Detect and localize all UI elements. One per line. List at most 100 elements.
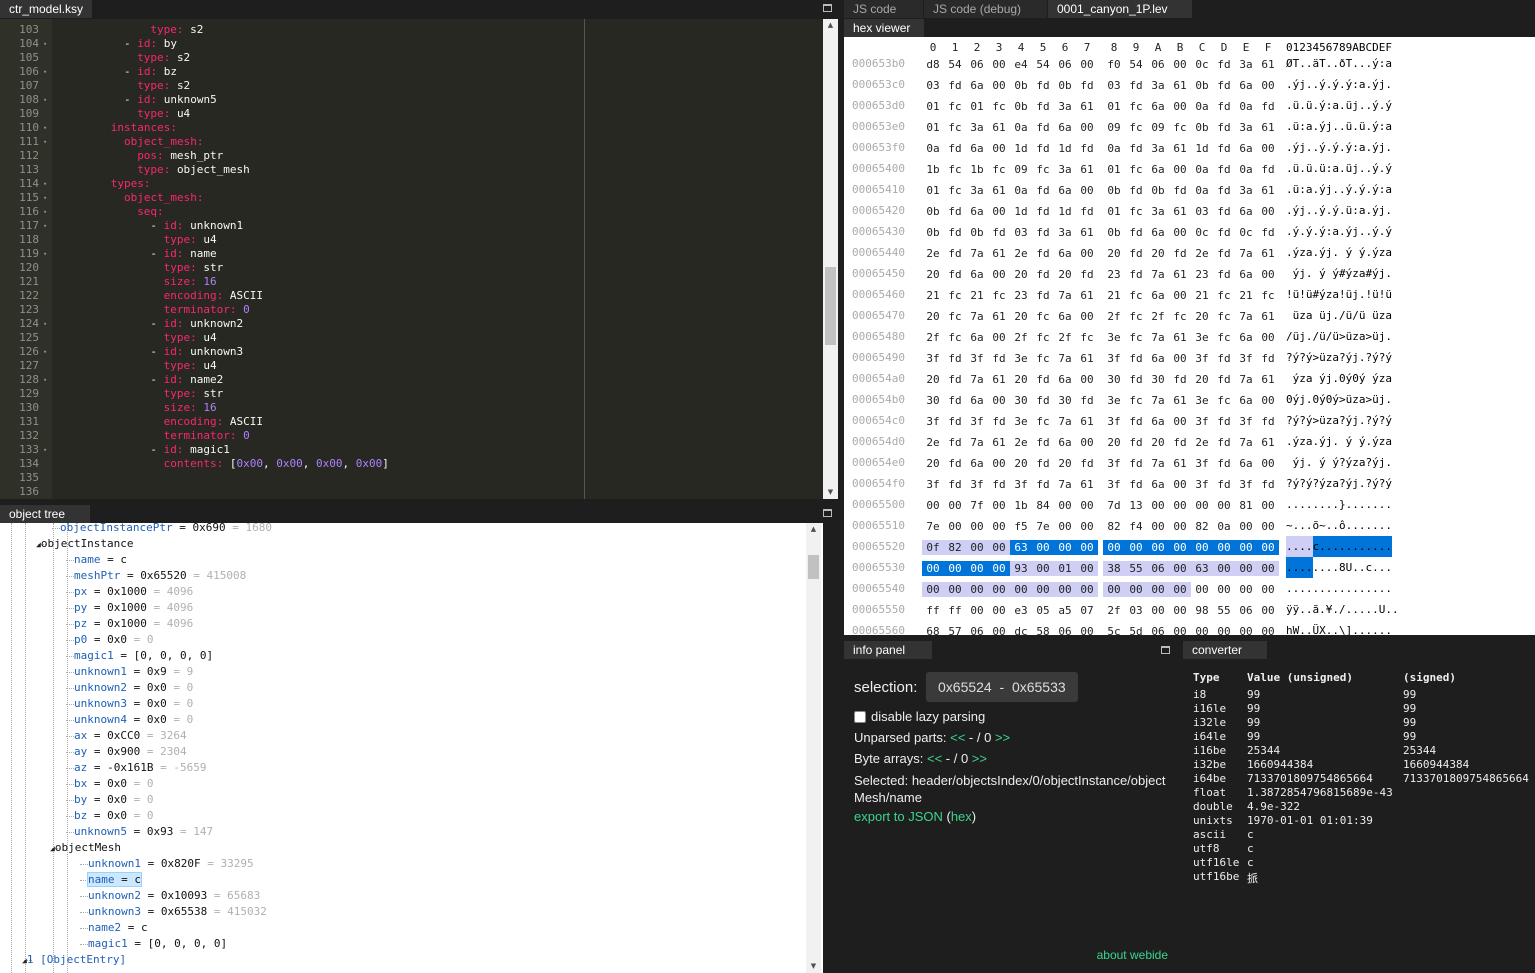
tree-node[interactable]: meshPtr = 0x65520 = 415008 [74, 568, 246, 584]
hex-byte[interactable]: 00 [1235, 624, 1257, 635]
hex-byte[interactable]: 61 [1076, 225, 1098, 240]
hex-byte[interactable]: fd [944, 435, 966, 450]
hex-byte[interactable]: 61 [1076, 288, 1098, 303]
hex-byte[interactable]: fc [1125, 288, 1147, 303]
hex-byte[interactable]: 2f [1103, 309, 1125, 324]
tab-info-panel[interactable]: info panel [844, 641, 932, 659]
hex-byte[interactable]: ff [944, 603, 966, 618]
hex-byte[interactable]: 61 [1257, 435, 1279, 450]
hex-byte[interactable]: 2f [1054, 330, 1076, 345]
hex-byte[interactable]: 20 [1010, 309, 1032, 324]
hex-byte[interactable]: 0b [1147, 183, 1169, 198]
hex-byte[interactable]: 00 [1076, 120, 1098, 135]
hex-byte[interactable]: 6a [1147, 162, 1169, 177]
hex-byte[interactable]: fd [1213, 372, 1235, 387]
hex-byte[interactable]: 61 [1076, 414, 1098, 429]
hex-byte[interactable]: 00 [1032, 582, 1054, 597]
hex-byte[interactable]: 68 [922, 624, 944, 635]
hex-byte[interactable]: 61 [988, 120, 1010, 135]
hex-byte[interactable]: 6a [1147, 351, 1169, 366]
hex-byte[interactable]: 00 [1235, 582, 1257, 597]
hex-byte[interactable]: 00 [1169, 351, 1191, 366]
hex-byte[interactable]: 0f [922, 540, 944, 555]
hex-byte[interactable]: 3f [1103, 456, 1125, 471]
hex-byte[interactable]: 0c [1191, 57, 1213, 72]
hex-byte[interactable]: 20 [922, 456, 944, 471]
hex-byte[interactable]: 3f [1191, 456, 1213, 471]
hex-byte[interactable]: fd [944, 393, 966, 408]
hex-byte[interactable]: 0b [1191, 78, 1213, 93]
hex-byte[interactable]: 00 [1076, 624, 1098, 635]
hex-byte[interactable]: 0b [922, 204, 944, 219]
hex-byte[interactable]: 2e [922, 246, 944, 261]
hex-byte[interactable]: 3e [1191, 393, 1213, 408]
hex-byte[interactable]: fd [1076, 393, 1098, 408]
hex-byte[interactable]: 00 [1213, 540, 1235, 555]
hex-byte[interactable]: 00 [988, 267, 1010, 282]
hex-byte[interactable]: fc [1125, 99, 1147, 114]
hex-byte[interactable]: 3e [1103, 330, 1125, 345]
hex-byte[interactable]: 00 [1191, 540, 1213, 555]
hex-byte[interactable]: 00 [1147, 519, 1169, 534]
fold-arrow-icon[interactable]: ▾ [43, 135, 47, 149]
hex-byte[interactable]: 20 [922, 372, 944, 387]
hex-byte[interactable]: 1d [1054, 141, 1076, 156]
hex-byte[interactable]: 38 [1103, 561, 1125, 576]
hex-byte[interactable]: 00 [988, 624, 1010, 635]
hex-byte[interactable]: 0a [1235, 99, 1257, 114]
hex-byte[interactable]: 54 [1032, 57, 1054, 72]
hex-byte[interactable]: 20 [1010, 372, 1032, 387]
fold-arrow-icon[interactable]: ▾ [43, 191, 47, 205]
hex-byte[interactable]: 61 [1169, 267, 1191, 282]
hex-byte[interactable]: 00 [1076, 57, 1098, 72]
hex-byte[interactable]: 7a [1054, 351, 1076, 366]
hex-byte[interactable]: 03 [1191, 204, 1213, 219]
hex-byte[interactable]: 3f [1235, 477, 1257, 492]
tree-node[interactable]: by = 0x0 = 0 [74, 792, 154, 808]
hex-byte[interactable]: f5 [1010, 519, 1032, 534]
hex-byte[interactable]: 61 [988, 246, 1010, 261]
fold-arrow-icon[interactable]: ▾ [43, 373, 47, 387]
hex-byte[interactable]: fc [944, 162, 966, 177]
tree-node[interactable]: ◢objectInstance [36, 536, 134, 552]
hex-byte[interactable]: 1b [922, 162, 944, 177]
hex-byte[interactable]: fd [1032, 393, 1054, 408]
hex-byte[interactable]: 00 [1103, 582, 1125, 597]
hex-byte[interactable]: 00 [988, 498, 1010, 513]
hex-byte[interactable]: fc [944, 120, 966, 135]
hex-byte[interactable]: fd [1032, 99, 1054, 114]
hex-byte[interactable]: 3a [1147, 204, 1169, 219]
fold-arrow-icon[interactable]: ▾ [43, 345, 47, 359]
hex-byte[interactable]: fd [988, 351, 1010, 366]
hex-byte[interactable]: 61 [988, 435, 1010, 450]
hex-byte[interactable]: fd [1213, 477, 1235, 492]
tree-node[interactable]: name = c [74, 552, 127, 568]
hex-byte[interactable]: 6a [1235, 141, 1257, 156]
hex-byte[interactable]: a5 [1054, 603, 1076, 618]
hex-byte[interactable]: 7e [1032, 519, 1054, 534]
hex-byte[interactable]: 03 [922, 78, 944, 93]
hex-byte[interactable]: fd [1032, 288, 1054, 303]
hex-byte[interactable]: 06 [1147, 57, 1169, 72]
scroll-up-icon[interactable]: ▲ [823, 19, 838, 32]
hex-byte[interactable]: 7a [1235, 246, 1257, 261]
hex-byte[interactable]: 0b [1010, 99, 1032, 114]
hex-byte[interactable]: 93 [1010, 561, 1032, 576]
hex-byte[interactable]: 00 [1169, 540, 1191, 555]
hex-byte[interactable]: fc [1125, 393, 1147, 408]
hex-byte[interactable]: fc [944, 309, 966, 324]
hex-byte[interactable]: 6a [1054, 183, 1076, 198]
hex-byte[interactable]: 23 [1010, 288, 1032, 303]
tree-node[interactable]: unknown5 = 0x93 = 147 [74, 824, 213, 840]
hex-byte[interactable]: 06 [966, 624, 988, 635]
hex-byte[interactable]: 00 [988, 561, 1010, 576]
hex-byte[interactable]: fc [1032, 162, 1054, 177]
hex-byte[interactable]: 61 [1257, 246, 1279, 261]
hex-byte[interactable]: 3a [1235, 57, 1257, 72]
hex-byte[interactable]: 01 [1103, 162, 1125, 177]
hex-byte[interactable]: 00 [1257, 519, 1279, 534]
hex-byte[interactable]: 7a [1235, 435, 1257, 450]
hex-byte[interactable]: 06 [1147, 624, 1169, 635]
hex-byte[interactable]: fc [1125, 330, 1147, 345]
hex-byte[interactable]: 6a [1147, 99, 1169, 114]
